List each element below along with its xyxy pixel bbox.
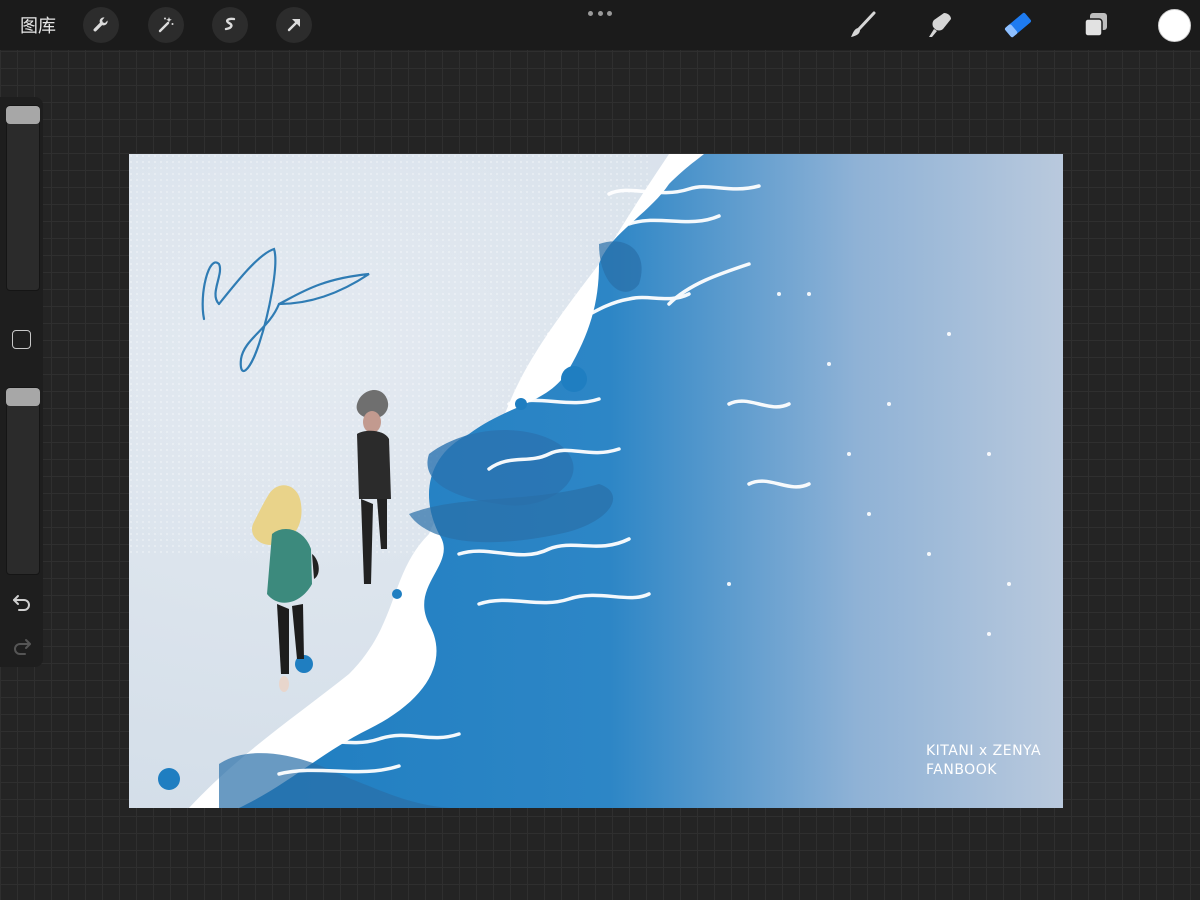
eraser-icon [1005, 12, 1031, 38]
brush-size-slider[interactable] [6, 105, 40, 291]
drawing-canvas[interactable]: KITANI x ZENYA FANBOOK [129, 154, 1063, 808]
opacity-slider[interactable] [6, 387, 40, 575]
transform-arrow-icon [287, 19, 300, 32]
more-dots-icon[interactable] [588, 8, 612, 18]
adjustments-button[interactable] [148, 7, 184, 43]
brush-icon [851, 11, 876, 37]
undo-icon[interactable] [10, 590, 34, 614]
brush-tool[interactable] [845, 7, 881, 43]
watermark-line2: FANBOOK [926, 762, 997, 778]
opacity-slider-thumb[interactable] [6, 388, 40, 406]
eraser-tool[interactable] [1000, 7, 1036, 43]
smudge-icon [929, 13, 951, 37]
layers-button[interactable] [1078, 7, 1114, 43]
artwork: KITANI x ZENYA FANBOOK [129, 154, 1063, 808]
left-sidebar [0, 97, 43, 667]
magic-wand-icon [158, 17, 174, 33]
transform-button[interactable] [276, 7, 312, 43]
top-toolbar: 图库 [0, 0, 1200, 50]
brush-size-slider-thumb[interactable] [6, 106, 40, 124]
smudge-tool[interactable] [922, 7, 958, 43]
wrench-icon [93, 17, 108, 32]
redo-icon[interactable] [10, 634, 34, 658]
modify-square-icon[interactable] [12, 330, 31, 349]
actions-button[interactable] [83, 7, 119, 43]
watermark-line1: KITANI x ZENYA [926, 743, 1041, 759]
gallery-button[interactable]: 图库 [20, 12, 56, 38]
color-picker-button[interactable] [1158, 9, 1191, 42]
selection-icon [224, 17, 236, 31]
selection-button[interactable] [212, 7, 248, 43]
layers-icon [1084, 13, 1107, 37]
